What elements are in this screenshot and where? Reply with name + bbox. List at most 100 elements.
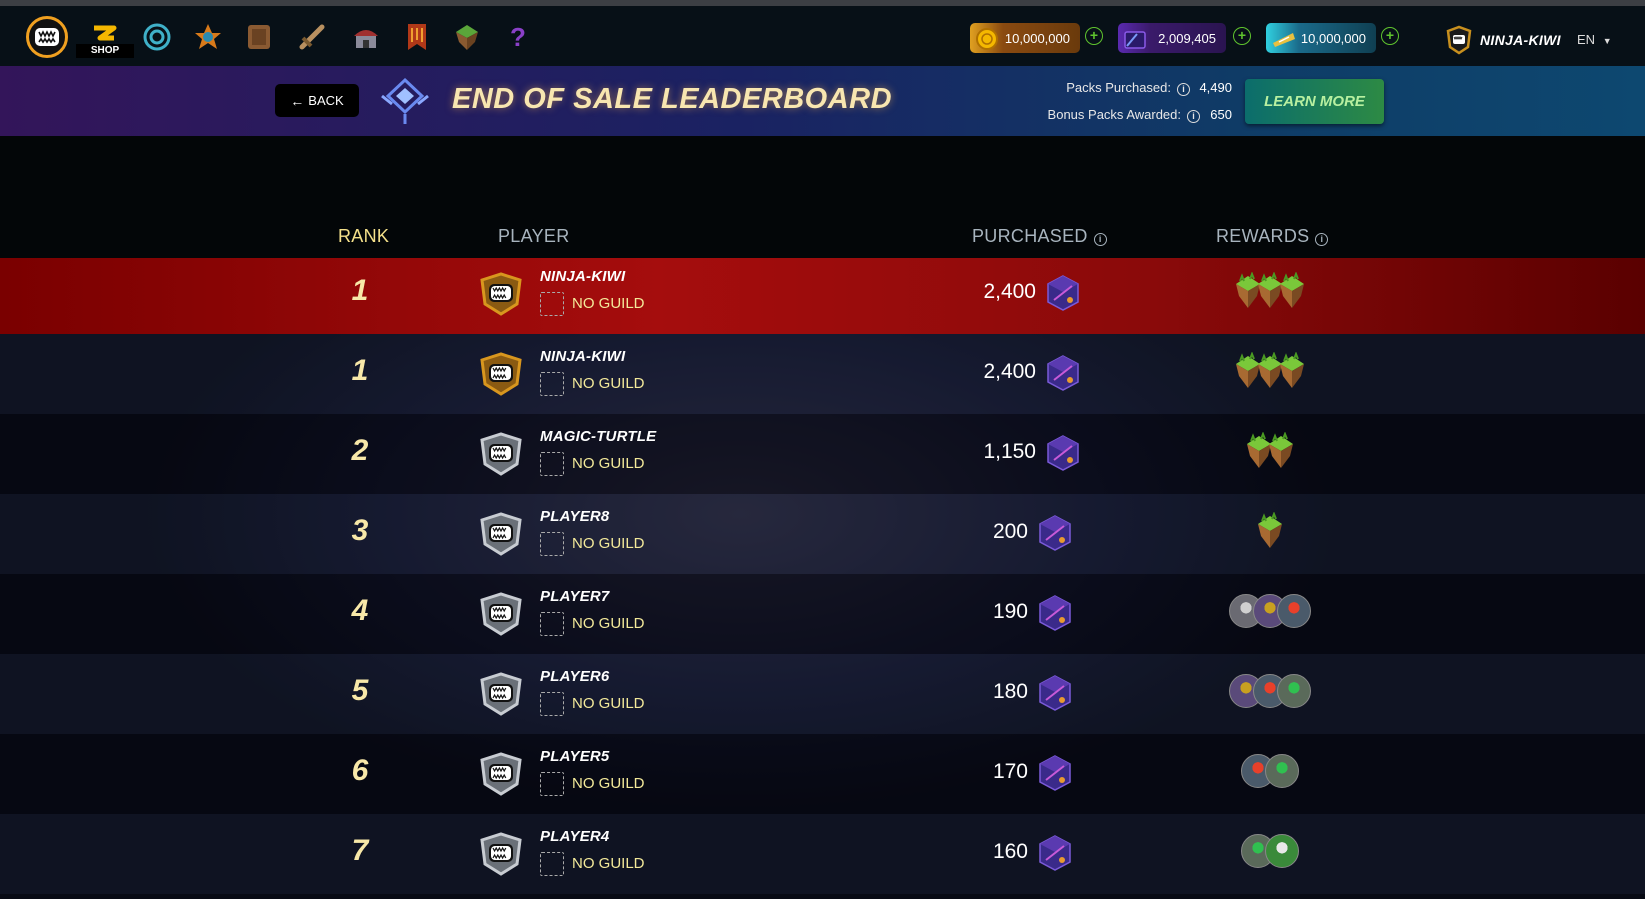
- guild-flag-icon: [540, 852, 564, 876]
- rank-value: 1: [351, 354, 369, 387]
- guild-name: NO GUILD: [572, 855, 645, 872]
- rewards-cell: [1180, 586, 1360, 636]
- page-title: END OF SALE LEADERBOARD: [452, 83, 893, 115]
- table-row[interactable]: 6 PLAYER5 NO GUILD 170: [0, 734, 1645, 814]
- rank-value: 1: [351, 274, 369, 307]
- monster-card-reward-icon[interactable]: [1265, 834, 1299, 868]
- card-pack-icon: [1036, 514, 1074, 552]
- guild-name: NO GUILD: [572, 375, 645, 392]
- table-row[interactable]: 1 NINJA-KIWI NO GUILD 2,400: [0, 258, 1645, 334]
- collection-icon[interactable]: [238, 16, 280, 58]
- monster-card-reward-icon[interactable]: [1265, 754, 1299, 788]
- back-button-label: BACK: [308, 93, 344, 108]
- credits-amount: 2,009,405: [1158, 31, 1216, 46]
- table-row[interactable]: 1 NINJA-KIWI NO GUILD 2,400: [0, 334, 1645, 414]
- player-name[interactable]: PLAYER4: [540, 828, 609, 845]
- guild-name: NO GUILD: [572, 455, 645, 472]
- rank-value: 3: [351, 514, 369, 547]
- chevron-down-icon: ▼: [1602, 36, 1612, 46]
- table-row[interactable]: 4 PLAYER7 NO GUILD 190: [0, 574, 1645, 654]
- player-name[interactable]: PLAYER6: [540, 668, 609, 685]
- home-logo-icon[interactable]: [26, 16, 68, 58]
- table-row[interactable]: 7 PLAYER4 NO GUILD 160: [0, 814, 1645, 894]
- shop-label[interactable]: SHOP: [76, 44, 134, 58]
- guild-name: NO GUILD: [572, 535, 645, 552]
- credits-currency-display[interactable]: 2,009,405: [1118, 23, 1226, 53]
- rewards-cell: [1180, 346, 1360, 396]
- table-row[interactable]: 2 MAGIC-TURTLE NO GUILD 1,150: [0, 414, 1645, 494]
- land-plot-reward-icon[interactable]: [1280, 352, 1304, 390]
- monster-card-reward-icon[interactable]: [1277, 594, 1311, 628]
- land-island-icon[interactable]: [446, 16, 488, 58]
- land-plot-reward-icon[interactable]: [1280, 272, 1304, 310]
- purchased-count: 160: [992, 840, 1028, 863]
- svg-text:?: ?: [510, 22, 526, 52]
- top-navigation-bar: SHOP ? 10,000,000 + 2,009,405 + 10,000,0…: [0, 6, 1645, 66]
- username-label[interactable]: NINJA-KIWI: [1480, 32, 1561, 48]
- gold-currency-display[interactable]: 10,000,000: [970, 23, 1080, 53]
- table-row[interactable]: 3 PLAYER8 NO GUILD 200: [0, 494, 1645, 574]
- rank-value: 4: [351, 594, 369, 627]
- sword-icon[interactable]: [291, 16, 333, 58]
- card-pack-icon: [1044, 274, 1082, 312]
- user-rank-badge-icon[interactable]: [1444, 25, 1474, 55]
- column-header-purchased: PURCHASED i: [972, 226, 1107, 247]
- player-name[interactable]: PLAYER8: [540, 508, 609, 525]
- rewards-cell: [1180, 746, 1360, 796]
- guild-flag-icon: [540, 532, 564, 556]
- table-row[interactable]: 5 PLAYER6 NO GUILD 180: [0, 654, 1645, 734]
- rewards-cell: [1180, 666, 1360, 716]
- leaderboard-rows: 1 NINJA-KIWI NO GUILD 2,400 1 NINJA-KIWI NO GU…: [0, 258, 1645, 899]
- info-icon[interactable]: i: [1315, 233, 1329, 246]
- land-plot-reward-icon[interactable]: [1269, 432, 1293, 470]
- player-rank-badge-icon: [478, 752, 524, 796]
- player-name[interactable]: NINJA-KIWI: [540, 268, 625, 285]
- portal-icon[interactable]: [136, 16, 178, 58]
- purchased-count: 170: [992, 760, 1028, 783]
- card-pack-icon: [1036, 594, 1074, 632]
- back-button[interactable]: ← BACK: [275, 84, 359, 117]
- packs-purchased-value: 4,490: [1199, 80, 1232, 95]
- player-rank-badge-icon: [478, 512, 524, 556]
- bonus-packs-value: 650: [1210, 107, 1232, 122]
- purchased-count: 2,400: [983, 360, 1036, 383]
- rank-value: 5: [351, 674, 369, 707]
- learn-more-button[interactable]: LEARN MORE: [1245, 79, 1384, 124]
- purchased-count: 180: [992, 680, 1028, 703]
- guild-flag-icon: [540, 452, 564, 476]
- banner-flag-icon[interactable]: [396, 16, 438, 58]
- info-icon[interactable]: i: [1177, 83, 1190, 96]
- column-header-rewards: REWARDS i: [1216, 226, 1329, 247]
- vouchers-amount: 10,000,000: [1300, 31, 1366, 46]
- guild-flag-icon: [540, 612, 564, 636]
- help-question-icon[interactable]: ?: [496, 16, 538, 58]
- add-gold-button[interactable]: +: [1085, 27, 1103, 45]
- guild-name: NO GUILD: [572, 695, 645, 712]
- credits-card-icon: [1124, 31, 1146, 49]
- vouchers-currency-display[interactable]: 10,000,000: [1266, 23, 1376, 53]
- player-name[interactable]: NINJA-KIWI: [540, 348, 625, 365]
- leaderboard-banner: ← BACK END OF SALE LEADERBOARD Packs Pur…: [0, 66, 1645, 136]
- rewards-cell: [1180, 426, 1360, 476]
- player-name[interactable]: PLAYER7: [540, 588, 609, 605]
- monster-card-reward-icon[interactable]: [1277, 674, 1311, 708]
- rank-value: 7: [351, 834, 369, 867]
- player-name[interactable]: PLAYER5: [540, 748, 609, 765]
- info-icon[interactable]: i: [1093, 233, 1107, 246]
- player-name[interactable]: MAGIC-TURTLE: [540, 428, 656, 445]
- language-selector[interactable]: EN ▼: [1577, 32, 1612, 47]
- card-pack-icon: [1036, 834, 1074, 872]
- card-pack-icon: [1044, 434, 1082, 472]
- battle-icon[interactable]: [187, 16, 229, 58]
- gold-amount: 10,000,000: [1004, 31, 1070, 46]
- player-rank-badge-icon: [478, 272, 524, 316]
- rewards-cell: [1180, 506, 1360, 556]
- add-vouchers-button[interactable]: +: [1381, 27, 1399, 45]
- player-rank-badge-icon: [478, 352, 524, 396]
- add-credits-button[interactable]: +: [1233, 27, 1251, 45]
- land-plot-reward-icon[interactable]: [1258, 512, 1282, 550]
- table-header-area: [0, 136, 1645, 258]
- rank-value: 6: [351, 754, 369, 787]
- guild-hall-icon[interactable]: [345, 16, 387, 58]
- rewards-cell: [1180, 826, 1360, 876]
